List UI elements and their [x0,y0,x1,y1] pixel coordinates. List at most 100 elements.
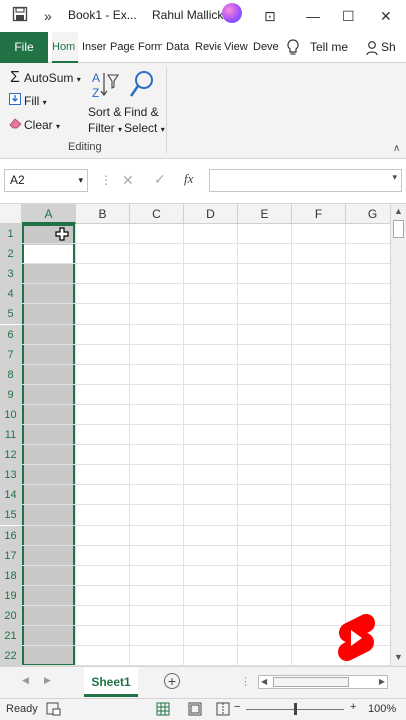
vertical-scrollbar[interactable]: ▲ ▼ [390,204,406,666]
tab-split-grip-icon[interactable]: ⋮ [240,675,251,688]
status-text: Ready [6,703,38,715]
scroll-left-icon[interactable]: ◀ [261,677,267,686]
row-header-12[interactable]: 12 [0,445,22,466]
active-cell[interactable] [24,245,73,265]
row-header-19[interactable]: 19 [0,585,22,606]
collapse-ribbon-icon[interactable]: ∧ [393,143,400,154]
find-select-button[interactable]: Find & Select ▾ [124,69,165,135]
enter-check-icon[interactable]: ✓ [154,171,166,188]
row-header-10[interactable]: 10 [0,404,22,425]
column-header-f[interactable]: F [292,204,346,224]
clear-button[interactable]: Clear ▾ [8,117,60,132]
zoom-in-icon[interactable]: + [350,701,356,713]
horizontal-scroll-thumb[interactable] [273,677,349,687]
sort-filter-button[interactable]: AZ Sort & Filter ▾ [88,69,122,135]
column-header-c[interactable]: C [130,204,184,224]
page-layout-view-icon[interactable] [188,702,202,719]
save-icon[interactable] [12,6,28,27]
accessibility-icon[interactable] [46,701,62,720]
name-box-value: A2 [10,173,25,187]
zoom-slider-thumb[interactable] [294,703,297,715]
normal-view-icon[interactable] [156,702,170,719]
gridline-horizontal [22,403,390,405]
gridline-horizontal [22,564,390,566]
close-icon[interactable]: ✕ [380,6,392,26]
share-person-icon[interactable] [366,32,380,63]
expand-formula-bar-icon[interactable]: ▾ [392,172,397,183]
ribbon-display-options-icon[interactable]: ⊡ [264,6,276,26]
page-break-preview-icon[interactable] [216,702,230,719]
scroll-up-icon[interactable]: ▲ [391,206,406,216]
eraser-icon [8,117,22,132]
row-header-18[interactable]: 18 [0,565,22,586]
formula-input[interactable]: ▾ [209,169,402,192]
insert-function-icon[interactable]: fx [184,171,193,187]
sheet-tab-sheet1[interactable]: Sheet1 [84,667,138,697]
row-header-22[interactable]: 22 [0,646,22,666]
name-box[interactable]: A2 ▾ [4,169,88,192]
row-header-8[interactable]: 8 [0,364,22,385]
tab-developer[interactable]: Deve [253,32,279,63]
ribbon-home: Σ AutoSum ▾ Fill ▾ Clear ▾ AZ Sort & Filt… [0,63,406,159]
row-header-14[interactable]: 14 [0,485,22,506]
user-name[interactable]: Rahul Mallick [152,8,223,22]
vertical-scroll-thumb[interactable] [393,220,404,238]
chevron-down-icon[interactable]: ▾ [78,170,83,191]
row-header-9[interactable]: 9 [0,384,22,405]
tell-me-search[interactable]: Tell me [310,32,350,63]
select-all-corner[interactable] [0,204,22,224]
scroll-down-icon[interactable]: ▼ [391,652,406,662]
quick-access-more-icon[interactable]: » [44,6,52,26]
lightbulb-icon[interactable] [286,32,302,63]
avatar[interactable] [222,3,242,23]
scroll-right-icon[interactable]: ▶ [379,677,385,686]
tab-insert[interactable]: Inser [82,32,106,63]
zoom-out-icon[interactable]: − [234,701,240,713]
row-header-7[interactable]: 7 [0,344,22,365]
row-header-15[interactable]: 15 [0,505,22,526]
tab-file[interactable]: File [0,32,48,63]
tab-formulas[interactable]: Form [138,32,162,63]
title-bar: » Book1 - Ex... Rahul Mallick ⊡ — ☐ ✕ [0,0,406,32]
zoom-level[interactable]: 100% [368,703,396,715]
tab-review[interactable]: Revie [195,32,221,63]
row-header-13[interactable]: 13 [0,465,22,486]
row-header-3[interactable]: 3 [0,264,22,285]
gridline-horizontal [22,363,390,365]
row-header-11[interactable]: 11 [0,425,22,446]
horizontal-scrollbar[interactable]: ◀ ▶ [258,675,388,689]
row-header-20[interactable]: 20 [0,605,22,626]
row-header-1[interactable]: 1 [0,224,22,245]
share-button[interactable]: Sh [381,32,405,63]
row-header-4[interactable]: 4 [0,284,22,305]
row-header-21[interactable]: 21 [0,626,22,647]
column-header-d[interactable]: D [184,204,238,224]
next-sheet-icon[interactable]: ▶ [44,675,51,686]
minimize-icon[interactable]: — [306,6,320,26]
worksheet-grid[interactable]: A B C D E F G 1 2 3 4 5 6 7 8 9 10 11 12 13 14 15 16 17 18 19 20 21… [0,204,390,666]
row-header-17[interactable]: 17 [0,545,22,566]
gridline-horizontal [22,323,390,325]
tab-home[interactable]: Hom [52,32,78,63]
column-header-a[interactable]: A [22,204,76,224]
tab-view[interactable]: View [224,32,250,63]
column-header-e[interactable]: E [238,204,292,224]
column-header-g[interactable]: G [346,204,390,224]
gridline-horizontal [22,243,390,245]
gridline-horizontal [22,424,390,425]
row-header-6[interactable]: 6 [0,324,22,345]
cancel-icon[interactable]: ✕ [122,172,134,189]
add-sheet-icon[interactable]: + [164,673,180,689]
autosum-button[interactable]: Σ AutoSum ▾ [8,69,81,87]
row-header-2[interactable]: 2 [0,244,22,265]
tab-data[interactable]: Data [166,32,192,63]
row-header-16[interactable]: 16 [0,525,22,546]
column-header-b[interactable]: B [76,204,130,224]
prev-sheet-icon[interactable]: ◀ [22,675,29,686]
tab-page-layout[interactable]: Page [110,32,134,63]
cell-select-cursor-icon [55,227,69,246]
restore-icon[interactable]: ☐ [342,6,355,26]
fill-button[interactable]: Fill ▾ [8,93,47,108]
chevron-down-icon: ▾ [76,75,81,84]
row-header-5[interactable]: 5 [0,304,22,325]
